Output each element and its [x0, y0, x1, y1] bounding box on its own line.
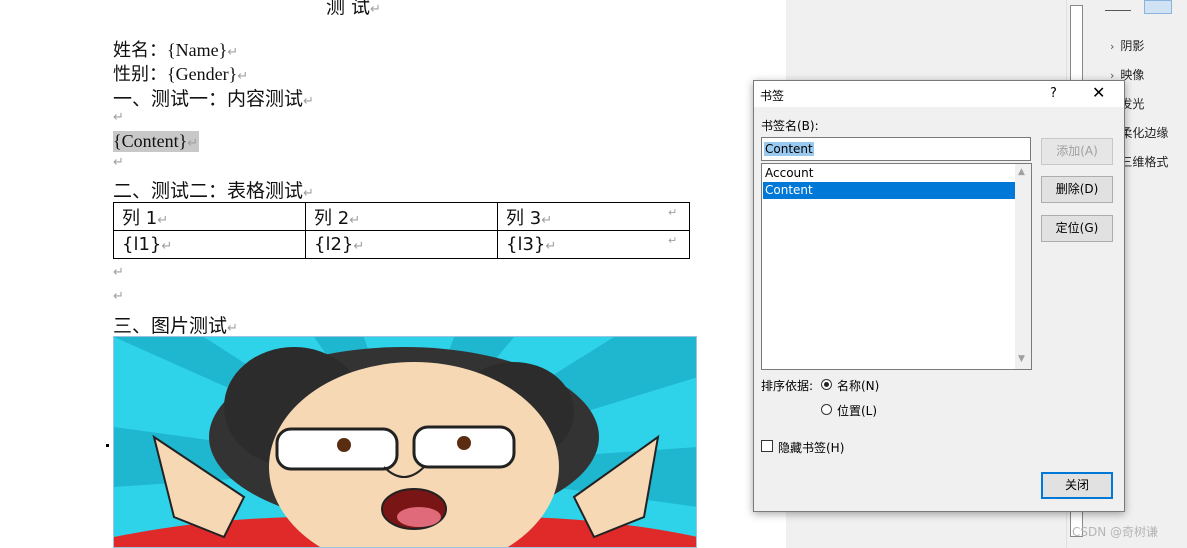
paragraph-mark: ↵	[303, 94, 314, 109]
add-button[interactable]: 添加(A)	[1041, 138, 1113, 165]
help-button[interactable]: ?	[1050, 86, 1057, 101]
delete-button[interactable]: 删除(D)	[1041, 176, 1113, 203]
row-end-mark: ↵	[668, 234, 678, 247]
bookmark-list[interactable]: Account Content ▲ ▼	[761, 163, 1032, 370]
anchor-dot	[106, 444, 109, 447]
sort-name-label[interactable]: 名称(N)	[837, 377, 879, 394]
sort-name-radio[interactable]	[821, 379, 832, 390]
gender-text: 性别：{Gender}	[113, 64, 238, 84]
table-cell[interactable]: 列 3↵	[497, 202, 690, 231]
paragraph-mark: ↵	[303, 186, 314, 201]
cell-text: {l1}	[122, 234, 162, 255]
goto-button[interactable]: 定位(G)	[1041, 215, 1113, 242]
table-cell[interactable]: {l3}↵	[497, 230, 690, 259]
format-item-label: 三维格式	[1120, 155, 1169, 169]
radio-dot	[824, 382, 829, 387]
bookmark-name-value: Content	[764, 142, 814, 156]
paragraph-mark: ↵	[187, 136, 199, 151]
sort-position-label[interactable]: 位置(L)	[837, 402, 877, 419]
table-cell[interactable]: 列 1↵	[113, 202, 306, 231]
hidden-bookmarks-label[interactable]: 隐藏书签(H)	[778, 439, 844, 456]
list-item-selected[interactable]: Content	[763, 182, 1016, 199]
format-item-label: 阴影	[1120, 39, 1145, 53]
paragraph-mark: ↵	[227, 321, 238, 336]
cell-text: 列 2	[314, 207, 350, 229]
heading-3: 三、图片测试↵	[113, 311, 238, 338]
bookmark-dialog: 书签 ? ✕ 书签名(B): Content Account Content ▲…	[753, 80, 1125, 512]
chevron-right-icon: ›	[1110, 40, 1115, 53]
hidden-bookmarks-checkbox[interactable]	[761, 440, 773, 452]
table-cell[interactable]: {l2}↵	[305, 230, 498, 259]
chevron-up-icon[interactable]: ▲	[1018, 167, 1025, 177]
content-placeholder[interactable]: {Content}↵	[113, 131, 200, 152]
cell-mark: ↵	[353, 239, 365, 254]
cartoon-face-image	[114, 337, 696, 547]
name-line: 姓名：{Name}↵	[113, 36, 238, 62]
heading-2: 二、测试二：表格测试↵	[113, 176, 314, 203]
sort-position-radio[interactable]	[821, 404, 832, 415]
heading-2-text: 二、测试二：表格测试	[113, 180, 304, 202]
heading-1-text: 一、测试一：内容测试	[113, 88, 304, 110]
list-item-label: Content	[765, 183, 813, 197]
table-cell[interactable]: 列 2↵	[305, 202, 498, 231]
close-icon[interactable]: ✕	[1092, 83, 1105, 102]
gender-line: 性别：{Gender}↵	[113, 60, 248, 86]
format-item-shadow[interactable]: › 阴影	[1110, 37, 1144, 54]
document-page[interactable]: 测 试↵ 姓名：{Name}↵ 性别：{Gender}↵ 一、测试一：内容测试↵…	[0, 0, 786, 548]
cell-text: 列 3	[506, 207, 542, 229]
cartoon-picture[interactable]	[113, 336, 697, 548]
list-scrollbar[interactable]: ▲ ▼	[1015, 164, 1031, 369]
cell-text: {l2}	[314, 234, 354, 255]
layout-tab-icon[interactable]	[1144, 0, 1172, 14]
format-item-label: 柔化边缘	[1120, 126, 1169, 140]
sort-by-label: 排序依据:	[761, 379, 814, 393]
cell-mark: ↵	[541, 212, 553, 228]
table-cell[interactable]: {l1}↵	[113, 230, 306, 259]
heading-3-text: 三、图片测试	[113, 315, 228, 337]
content-placeholder-text: {Content}	[113, 131, 188, 151]
watermark: CSDN @奇树谦	[1072, 525, 1159, 539]
name-text: 姓名：{Name}	[113, 40, 228, 60]
list-item[interactable]: Account	[763, 165, 1016, 182]
table-row: 列 1↵ 列 2↵ 列 3↵	[113, 202, 690, 231]
dialog-titlebar[interactable]: 书签 ? ✕	[754, 81, 1124, 107]
empty-paragraph: ↵	[113, 265, 124, 280]
test-table[interactable]: 列 1↵ 列 2↵ 列 3↵ {l1}↵ {l2}↵ {l3}↵	[113, 202, 690, 259]
cell-mark: ↵	[349, 212, 361, 228]
cell-mark: ↵	[157, 212, 169, 228]
bookmark-name-label: 书签名(B):	[761, 119, 819, 133]
cell-mark: ↵	[545, 239, 557, 254]
row-end-mark: ↵	[668, 206, 678, 219]
paragraph-mark: ↵	[370, 2, 381, 17]
bookmark-name-input[interactable]: Content	[761, 137, 1031, 161]
paragraph-mark: ↵	[227, 45, 239, 60]
close-button[interactable]: 关闭	[1041, 472, 1113, 499]
empty-paragraph: ↵	[113, 155, 124, 170]
title-text: 测 试	[326, 0, 371, 18]
text-effect-icon[interactable]	[1105, 0, 1131, 11]
empty-paragraph: ↵	[113, 110, 124, 125]
cell-text: 列 1	[122, 207, 158, 229]
document-title: 测 试↵	[326, 0, 381, 19]
cell-text: {l3}	[506, 234, 546, 255]
cell-mark: ↵	[161, 239, 173, 254]
dialog-title: 书签	[760, 89, 785, 103]
chevron-down-icon[interactable]: ▼	[1018, 354, 1025, 364]
paragraph-mark: ↵	[237, 69, 249, 84]
empty-paragraph: ↵	[113, 289, 124, 304]
list-item-label: Account	[765, 166, 814, 180]
heading-1: 一、测试一：内容测试↵	[113, 84, 314, 111]
table-row: {l1}↵ {l2}↵ {l3}↵	[113, 230, 690, 259]
